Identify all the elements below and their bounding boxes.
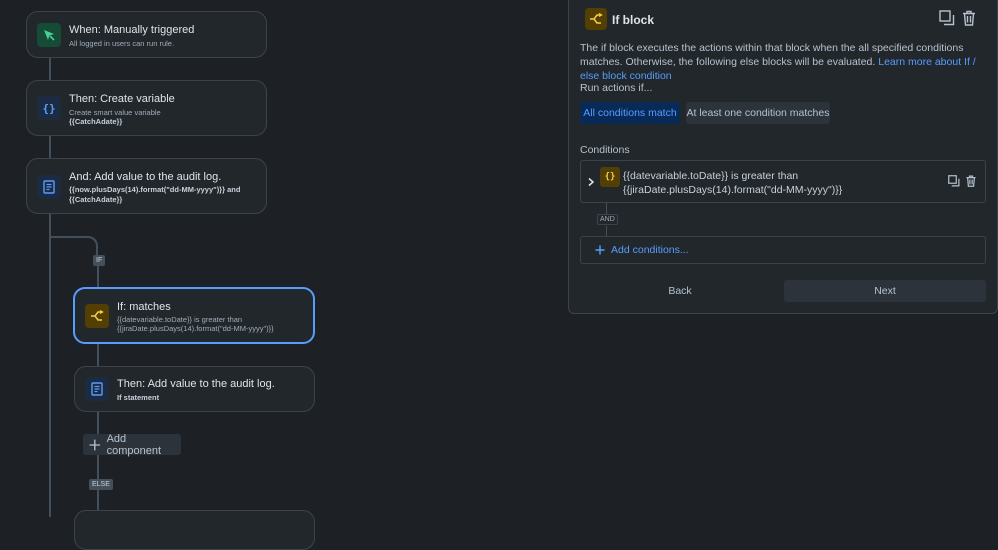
option-any-condition[interactable]: At least one condition matches — [686, 102, 830, 124]
if-matches-line2: {{jiraDate.plusDays(14).format("dd-MM-yy… — [117, 324, 274, 333]
trash-icon[interactable] — [961, 10, 977, 29]
panel-description: The if block executes the actions within… — [580, 41, 990, 83]
condition-text: {{datevariable.toDate}} is greater than … — [623, 170, 843, 196]
else-pill: ELSE — [89, 479, 113, 490]
and-connector-line — [606, 203, 607, 214]
audit-log-title: And: Add value to the audit log. — [69, 171, 222, 183]
trigger-subtitle: All logged in users can run rule. — [69, 39, 175, 48]
conditions-label: Conditions — [580, 144, 630, 156]
create-variable-detail: {{CatchAdate}} — [69, 117, 123, 126]
connector-line — [49, 214, 51, 517]
audit-log-detail-1: {{now.plusDays(14).format("dd-MM-yyyy")}… — [69, 185, 241, 194]
option-all-conditions[interactable]: All conditions match — [580, 102, 680, 124]
create-variable-card[interactable]: {} Then: Create variable Create smart va… — [26, 80, 267, 136]
condition-row[interactable]: {} {{datevariable.toDate}} is greater th… — [580, 160, 986, 203]
braces-icon: {} — [600, 167, 620, 187]
add-conditions-button[interactable]: Add conditions... — [580, 236, 986, 264]
add-conditions-label: Add conditions... — [611, 244, 689, 256]
plus-icon — [595, 245, 605, 255]
audit-log-card[interactable]: And: Add value to the audit log. {{now.p… — [26, 158, 267, 214]
cursor-click-icon — [37, 23, 61, 47]
duplicate-icon[interactable] — [939, 10, 955, 29]
audit-log-if-detail: If statement — [117, 393, 160, 402]
add-component-label: Add component — [106, 432, 162, 457]
connector-line — [49, 136, 51, 158]
if-matches-title: If: matches — [117, 301, 171, 313]
and-connector-line — [606, 226, 607, 236]
document-icon — [85, 377, 109, 401]
audit-log-detail-2: {{CatchAdate}} — [69, 195, 123, 204]
document-icon — [37, 175, 61, 199]
connector-line — [49, 57, 51, 80]
run-actions-label: Run actions if... — [580, 82, 653, 94]
back-button[interactable]: Back — [580, 280, 780, 302]
panel-title: If block — [612, 13, 655, 27]
branch-icon — [85, 304, 109, 328]
trigger-card[interactable]: When: Manually triggered All logged in u… — [26, 11, 267, 58]
create-variable-title: Then: Create variable — [69, 93, 175, 105]
if-block-panel: If block The if block executes the actio… — [568, 0, 998, 314]
delete-condition-icon[interactable] — [965, 175, 977, 190]
braces-icon: {} — [37, 96, 61, 120]
next-button[interactable]: Next — [784, 280, 986, 302]
else-card[interactable] — [74, 510, 315, 550]
connector-line — [97, 411, 99, 517]
plus-icon — [89, 439, 101, 450]
branch-curve — [49, 236, 98, 256]
duplicate-condition-icon[interactable] — [948, 175, 960, 190]
if-pill: IF — [93, 255, 106, 266]
audit-log-if-title: Then: Add value to the audit log. — [117, 378, 275, 390]
and-pill: AND — [597, 214, 618, 225]
if-matches-card[interactable]: If: matches {{datevariable.toDate}} is g… — [73, 287, 315, 344]
chevron-right-icon[interactable] — [587, 176, 595, 190]
trigger-title: When: Manually triggered — [69, 24, 195, 36]
audit-log-if-card[interactable]: Then: Add value to the audit log. If sta… — [74, 366, 315, 412]
branch-icon — [585, 8, 607, 30]
connector-line — [97, 343, 99, 366]
add-component-button[interactable]: Add component — [83, 432, 181, 457]
